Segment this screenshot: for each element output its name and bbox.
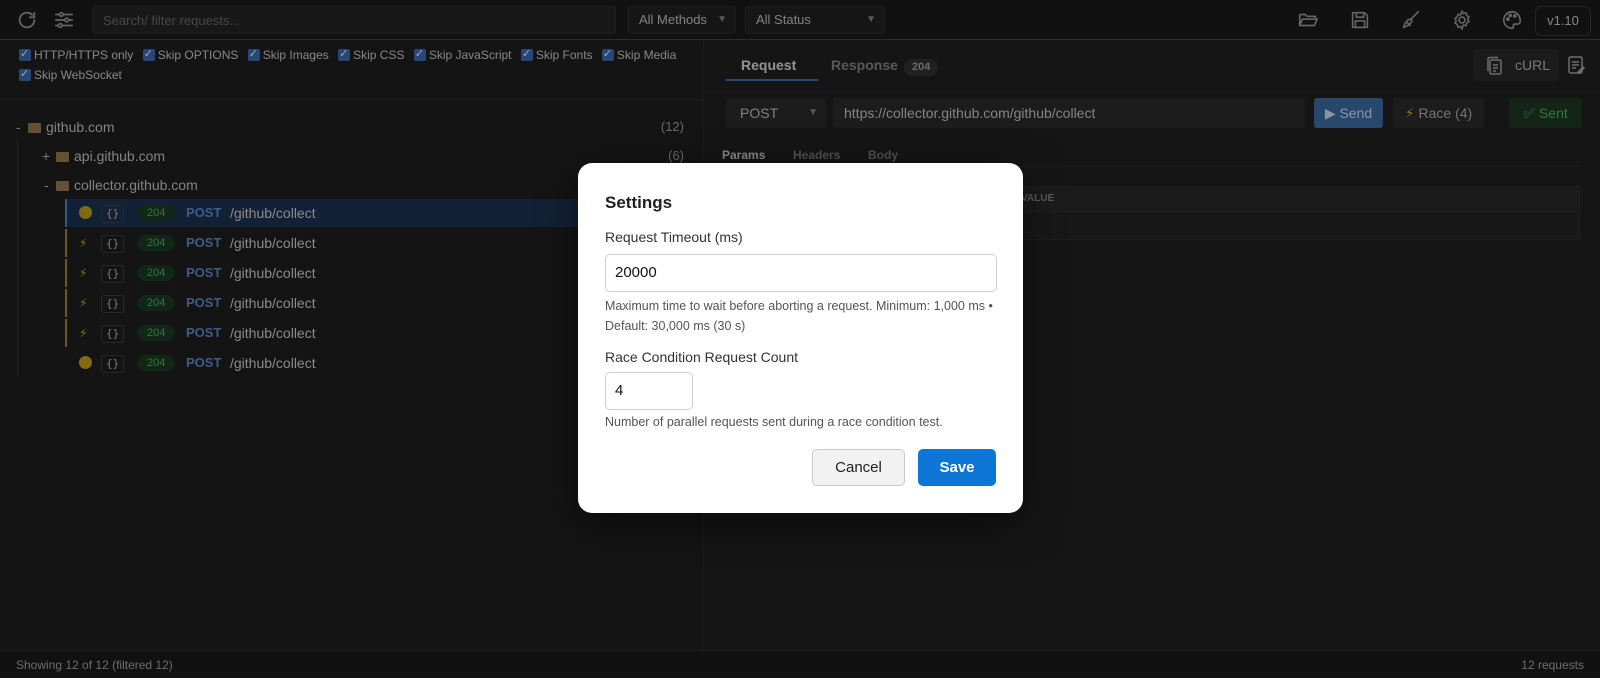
timeout-help-text: Maximum time to wait before aborting a r…: [605, 299, 993, 333]
race-count-help-text: Number of parallel requests sent during …: [605, 415, 943, 429]
timeout-input[interactable]: 20000: [605, 254, 997, 292]
settings-dialog: Settings Request Timeout (ms) 20000 Maxi…: [578, 163, 1023, 513]
cancel-button[interactable]: Cancel: [812, 449, 905, 486]
race-count-label: Race Condition Request Count: [605, 349, 799, 365]
timeout-label: Request Timeout (ms): [605, 229, 743, 245]
race-count-input[interactable]: 4: [605, 372, 693, 410]
dialog-title: Settings: [605, 193, 673, 212]
save-button[interactable]: Save: [918, 449, 996, 486]
